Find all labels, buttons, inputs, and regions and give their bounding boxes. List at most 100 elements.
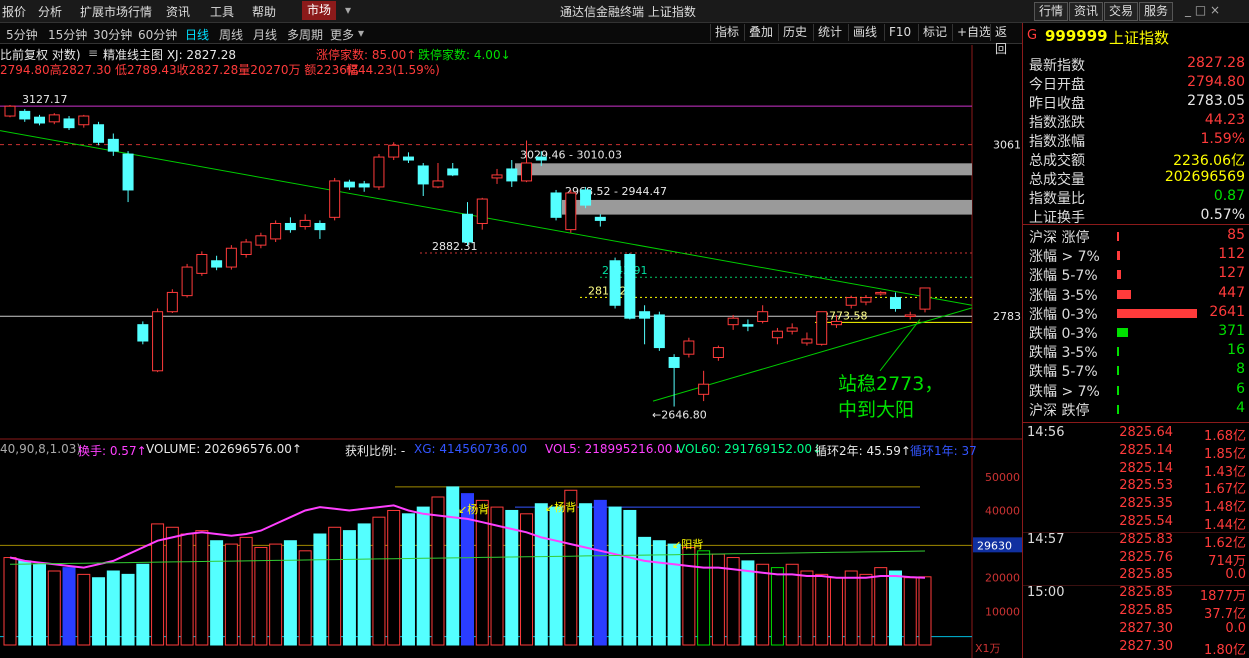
volume-bar [770,567,784,646]
chart-annotation: 站稳2773， [838,373,943,395]
candle [816,311,828,346]
tab-trade[interactable]: 交易 [1104,2,1139,21]
quote-value: 2794.80 [1187,74,1245,90]
breadth-value: 16 [1227,342,1245,359]
tool-overlay[interactable]: 叠加 [744,24,777,41]
candle [255,232,267,249]
quote-label: 昨日收盘 [1029,96,1085,112]
tool-indicator[interactable]: 指标 [710,24,743,41]
volume-value: VOLUME: 202696576.00↑ [146,442,302,456]
menu-analysis[interactable]: 分析 [38,3,62,20]
cycle-2y: 循环2年: 45.59↑ [815,444,911,458]
price-tick-label: 3061 [993,139,1021,152]
candle-body [594,216,606,221]
volume-chart[interactable]: ↙杨背 ↙杨背 ↙阳背 50000 40000 20000 10000 29630 X1万 [0,440,1022,658]
candle-body [432,180,444,188]
quote-label: 总成交量 [1029,172,1085,188]
period-30min[interactable]: 30分钟 [93,26,132,43]
menu-bar: 报价 分析 扩展市场行情 资讯 工具 帮助 市场 ▾ 通达信金融终端 上证指数 … [0,0,1249,23]
tick-row: 2827.30 0.0 [1023,621,1249,639]
window-controls[interactable]: _ □ × [1185,3,1220,17]
candle-body [181,266,193,297]
candle [712,345,724,361]
period-multi[interactable]: 多周期 [287,26,323,43]
candle [402,152,414,163]
candle-body [462,213,473,243]
tool-f10[interactable]: F10 [884,24,915,41]
menu-quote[interactable]: 报价 [2,3,26,20]
volume-bar [210,540,224,646]
volume-bar [741,560,755,646]
divergence-label: ↙杨背 [458,502,489,516]
menu-news[interactable]: 资讯 [166,3,190,20]
candle [875,291,887,296]
market-tab[interactable]: 市场 [302,1,337,20]
period-60min[interactable]: 60分钟 [138,26,177,43]
tab-news[interactable]: 资讯 [1069,2,1104,21]
breadth-bar [1117,289,1131,299]
more-arrow-icon[interactable]: ▾ [358,26,364,40]
tick-price: 2825.54 [1119,514,1173,529]
breadth-bar [1117,270,1121,280]
tick-price: 2825.85 [1119,567,1173,583]
tool-back[interactable]: 返回 [990,24,1022,56]
tool-history[interactable]: 历史 [778,24,811,41]
volume-bar [623,509,637,646]
breadth-bar [1117,232,1120,241]
tick-volume: 1.62亿 [1204,535,1246,551]
period-more[interactable]: 更多 [330,26,354,43]
candle [698,370,710,402]
candle [683,337,695,358]
tick-price: 2825.64 [1119,425,1173,440]
period-5min[interactable]: 5分钟 [6,26,38,43]
breadth-value: 85 [1227,227,1245,243]
candle-body [712,347,724,358]
tab-service[interactable]: 服务 [1139,2,1174,21]
xg-value: XG: 414560736.00 [414,442,528,456]
period-15min[interactable]: 15分钟 [48,26,87,43]
menu-extended-market[interactable]: 扩展市场行情 [80,3,152,20]
candle-body [653,314,665,349]
tool-mark[interactable]: 标记 [918,24,951,41]
menu-tools[interactable]: 工具 [210,3,234,20]
candle [521,140,533,183]
candle-body [63,118,75,129]
breadth-bar [1117,308,1197,318]
candle [462,202,473,246]
volume-bar [92,577,106,646]
volume-bar [431,496,445,646]
candle-body [417,165,429,185]
tool-add-favorite[interactable]: +自选 [952,24,995,41]
candle [801,332,813,346]
tick-row: 2827.30 1.80亿 [1023,639,1249,658]
breadth-value: 447 [1218,284,1245,301]
tool-draw[interactable]: 画线 [848,24,881,41]
period-weekly[interactable]: 周线 [219,26,243,43]
candle [639,305,651,345]
period-monthly[interactable]: 月线 [253,26,277,43]
candle [845,295,857,309]
breadth-bar [1117,366,1119,376]
breadth-label: 涨幅 5-7% [1029,268,1098,285]
volume-tick-label: 10000 [985,605,1020,618]
candle-body [196,253,208,274]
zone-label: 3029.46 - 3010.03 [520,148,622,161]
menu-help[interactable]: 帮助 [252,3,276,20]
candle-body [358,183,370,188]
candle [93,121,105,146]
breadth-value: 127 [1218,265,1245,282]
candlestick-chart[interactable]: 3029.46 - 3010.032968.52 - 2944.473127.1… [0,45,1022,440]
tick-volume: 1.80亿 [1204,642,1246,658]
period-daily[interactable]: 日线 [185,26,209,43]
tab-quotes[interactable]: 行情 [1034,2,1069,21]
candle-body [166,291,178,313]
candle [137,321,149,345]
tick-volume: 0.0 [1225,567,1246,583]
candle [270,220,282,243]
dropdown-icon[interactable]: ▾ [345,3,351,17]
tool-statistics[interactable]: 统计 [813,24,846,41]
volume-bar [195,530,209,646]
volume-bar [298,550,312,646]
volume-bar [918,576,932,646]
breadth-value: 8 [1236,361,1245,378]
